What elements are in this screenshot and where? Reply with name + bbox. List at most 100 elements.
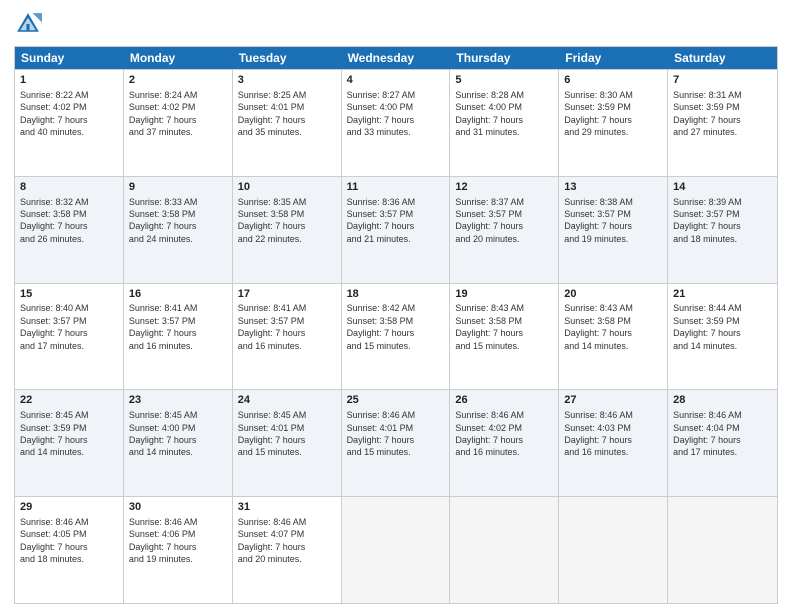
- header-day-wednesday: Wednesday: [342, 47, 451, 69]
- day-cell-29: 29Sunrise: 8:46 AM Sunset: 4:05 PM Dayli…: [15, 497, 124, 603]
- day-info: Sunrise: 8:32 AM Sunset: 3:58 PM Dayligh…: [20, 196, 118, 246]
- day-cell-3: 3Sunrise: 8:25 AM Sunset: 4:01 PM Daylig…: [233, 70, 342, 176]
- day-number: 24: [238, 393, 336, 408]
- day-cell-20: 20Sunrise: 8:43 AM Sunset: 3:58 PM Dayli…: [559, 284, 668, 390]
- calendar: SundayMondayTuesdayWednesdayThursdayFrid…: [14, 46, 778, 604]
- day-cell-26: 26Sunrise: 8:46 AM Sunset: 4:02 PM Dayli…: [450, 390, 559, 496]
- day-cell-25: 25Sunrise: 8:46 AM Sunset: 4:01 PM Dayli…: [342, 390, 451, 496]
- day-info: Sunrise: 8:39 AM Sunset: 3:57 PM Dayligh…: [673, 196, 772, 246]
- day-number: 28: [673, 393, 772, 408]
- day-info: Sunrise: 8:33 AM Sunset: 3:58 PM Dayligh…: [129, 196, 227, 246]
- calendar-header: SundayMondayTuesdayWednesdayThursdayFrid…: [15, 47, 777, 69]
- day-info: Sunrise: 8:31 AM Sunset: 3:59 PM Dayligh…: [673, 89, 772, 139]
- day-info: Sunrise: 8:46 AM Sunset: 4:02 PM Dayligh…: [455, 409, 553, 459]
- day-info: Sunrise: 8:43 AM Sunset: 3:58 PM Dayligh…: [455, 302, 553, 352]
- day-info: Sunrise: 8:45 AM Sunset: 3:59 PM Dayligh…: [20, 409, 118, 459]
- day-cell-13: 13Sunrise: 8:38 AM Sunset: 3:57 PM Dayli…: [559, 177, 668, 283]
- day-number: 9: [129, 180, 227, 195]
- page-header: [14, 10, 778, 38]
- day-number: 26: [455, 393, 553, 408]
- day-info: Sunrise: 8:37 AM Sunset: 3:57 PM Dayligh…: [455, 196, 553, 246]
- logo-icon: [14, 10, 42, 38]
- day-cell-5: 5Sunrise: 8:28 AM Sunset: 4:00 PM Daylig…: [450, 70, 559, 176]
- day-info: Sunrise: 8:27 AM Sunset: 4:00 PM Dayligh…: [347, 89, 445, 139]
- day-number: 17: [238, 287, 336, 302]
- day-cell-15: 15Sunrise: 8:40 AM Sunset: 3:57 PM Dayli…: [15, 284, 124, 390]
- day-number: 31: [238, 500, 336, 515]
- day-info: Sunrise: 8:38 AM Sunset: 3:57 PM Dayligh…: [564, 196, 662, 246]
- day-number: 14: [673, 180, 772, 195]
- day-info: Sunrise: 8:22 AM Sunset: 4:02 PM Dayligh…: [20, 89, 118, 139]
- day-number: 6: [564, 73, 662, 88]
- day-info: Sunrise: 8:45 AM Sunset: 4:00 PM Dayligh…: [129, 409, 227, 459]
- calendar-row-1: 1Sunrise: 8:22 AM Sunset: 4:02 PM Daylig…: [15, 69, 777, 176]
- day-info: Sunrise: 8:28 AM Sunset: 4:00 PM Dayligh…: [455, 89, 553, 139]
- day-info: Sunrise: 8:46 AM Sunset: 4:05 PM Dayligh…: [20, 516, 118, 566]
- day-cell-17: 17Sunrise: 8:41 AM Sunset: 3:57 PM Dayli…: [233, 284, 342, 390]
- day-cell-21: 21Sunrise: 8:44 AM Sunset: 3:59 PM Dayli…: [668, 284, 777, 390]
- day-cell-11: 11Sunrise: 8:36 AM Sunset: 3:57 PM Dayli…: [342, 177, 451, 283]
- calendar-row-5: 29Sunrise: 8:46 AM Sunset: 4:05 PM Dayli…: [15, 496, 777, 603]
- header-day-sunday: Sunday: [15, 47, 124, 69]
- header-day-thursday: Thursday: [450, 47, 559, 69]
- day-cell-9: 9Sunrise: 8:33 AM Sunset: 3:58 PM Daylig…: [124, 177, 233, 283]
- day-info: Sunrise: 8:46 AM Sunset: 4:01 PM Dayligh…: [347, 409, 445, 459]
- day-info: Sunrise: 8:41 AM Sunset: 3:57 PM Dayligh…: [238, 302, 336, 352]
- header-day-monday: Monday: [124, 47, 233, 69]
- day-number: 5: [455, 73, 553, 88]
- day-info: Sunrise: 8:30 AM Sunset: 3:59 PM Dayligh…: [564, 89, 662, 139]
- day-number: 30: [129, 500, 227, 515]
- day-cell-1: 1Sunrise: 8:22 AM Sunset: 4:02 PM Daylig…: [15, 70, 124, 176]
- header-day-tuesday: Tuesday: [233, 47, 342, 69]
- day-info: Sunrise: 8:35 AM Sunset: 3:58 PM Dayligh…: [238, 196, 336, 246]
- day-number: 25: [347, 393, 445, 408]
- header-day-friday: Friday: [559, 47, 668, 69]
- day-cell-6: 6Sunrise: 8:30 AM Sunset: 3:59 PM Daylig…: [559, 70, 668, 176]
- day-number: 4: [347, 73, 445, 88]
- day-number: 1: [20, 73, 118, 88]
- day-number: 10: [238, 180, 336, 195]
- empty-cell: [450, 497, 559, 603]
- day-cell-19: 19Sunrise: 8:43 AM Sunset: 3:58 PM Dayli…: [450, 284, 559, 390]
- day-cell-28: 28Sunrise: 8:46 AM Sunset: 4:04 PM Dayli…: [668, 390, 777, 496]
- empty-cell: [559, 497, 668, 603]
- day-info: Sunrise: 8:46 AM Sunset: 4:06 PM Dayligh…: [129, 516, 227, 566]
- day-number: 27: [564, 393, 662, 408]
- calendar-row-2: 8Sunrise: 8:32 AM Sunset: 3:58 PM Daylig…: [15, 176, 777, 283]
- day-number: 23: [129, 393, 227, 408]
- day-info: Sunrise: 8:46 AM Sunset: 4:07 PM Dayligh…: [238, 516, 336, 566]
- day-number: 13: [564, 180, 662, 195]
- day-number: 12: [455, 180, 553, 195]
- day-number: 21: [673, 287, 772, 302]
- day-cell-23: 23Sunrise: 8:45 AM Sunset: 4:00 PM Dayli…: [124, 390, 233, 496]
- day-number: 3: [238, 73, 336, 88]
- empty-cell: [668, 497, 777, 603]
- day-number: 2: [129, 73, 227, 88]
- day-info: Sunrise: 8:45 AM Sunset: 4:01 PM Dayligh…: [238, 409, 336, 459]
- day-number: 18: [347, 287, 445, 302]
- calendar-body: 1Sunrise: 8:22 AM Sunset: 4:02 PM Daylig…: [15, 69, 777, 603]
- day-info: Sunrise: 8:44 AM Sunset: 3:59 PM Dayligh…: [673, 302, 772, 352]
- day-info: Sunrise: 8:40 AM Sunset: 3:57 PM Dayligh…: [20, 302, 118, 352]
- day-info: Sunrise: 8:46 AM Sunset: 4:03 PM Dayligh…: [564, 409, 662, 459]
- day-number: 29: [20, 500, 118, 515]
- day-number: 22: [20, 393, 118, 408]
- day-cell-30: 30Sunrise: 8:46 AM Sunset: 4:06 PM Dayli…: [124, 497, 233, 603]
- day-number: 15: [20, 287, 118, 302]
- day-number: 7: [673, 73, 772, 88]
- day-info: Sunrise: 8:36 AM Sunset: 3:57 PM Dayligh…: [347, 196, 445, 246]
- day-cell-12: 12Sunrise: 8:37 AM Sunset: 3:57 PM Dayli…: [450, 177, 559, 283]
- day-cell-10: 10Sunrise: 8:35 AM Sunset: 3:58 PM Dayli…: [233, 177, 342, 283]
- day-cell-31: 31Sunrise: 8:46 AM Sunset: 4:07 PM Dayli…: [233, 497, 342, 603]
- day-cell-8: 8Sunrise: 8:32 AM Sunset: 3:58 PM Daylig…: [15, 177, 124, 283]
- day-cell-7: 7Sunrise: 8:31 AM Sunset: 3:59 PM Daylig…: [668, 70, 777, 176]
- day-info: Sunrise: 8:42 AM Sunset: 3:58 PM Dayligh…: [347, 302, 445, 352]
- day-cell-4: 4Sunrise: 8:27 AM Sunset: 4:00 PM Daylig…: [342, 70, 451, 176]
- day-cell-18: 18Sunrise: 8:42 AM Sunset: 3:58 PM Dayli…: [342, 284, 451, 390]
- day-number: 16: [129, 287, 227, 302]
- day-number: 20: [564, 287, 662, 302]
- day-cell-27: 27Sunrise: 8:46 AM Sunset: 4:03 PM Dayli…: [559, 390, 668, 496]
- calendar-row-4: 22Sunrise: 8:45 AM Sunset: 3:59 PM Dayli…: [15, 389, 777, 496]
- day-info: Sunrise: 8:46 AM Sunset: 4:04 PM Dayligh…: [673, 409, 772, 459]
- day-number: 19: [455, 287, 553, 302]
